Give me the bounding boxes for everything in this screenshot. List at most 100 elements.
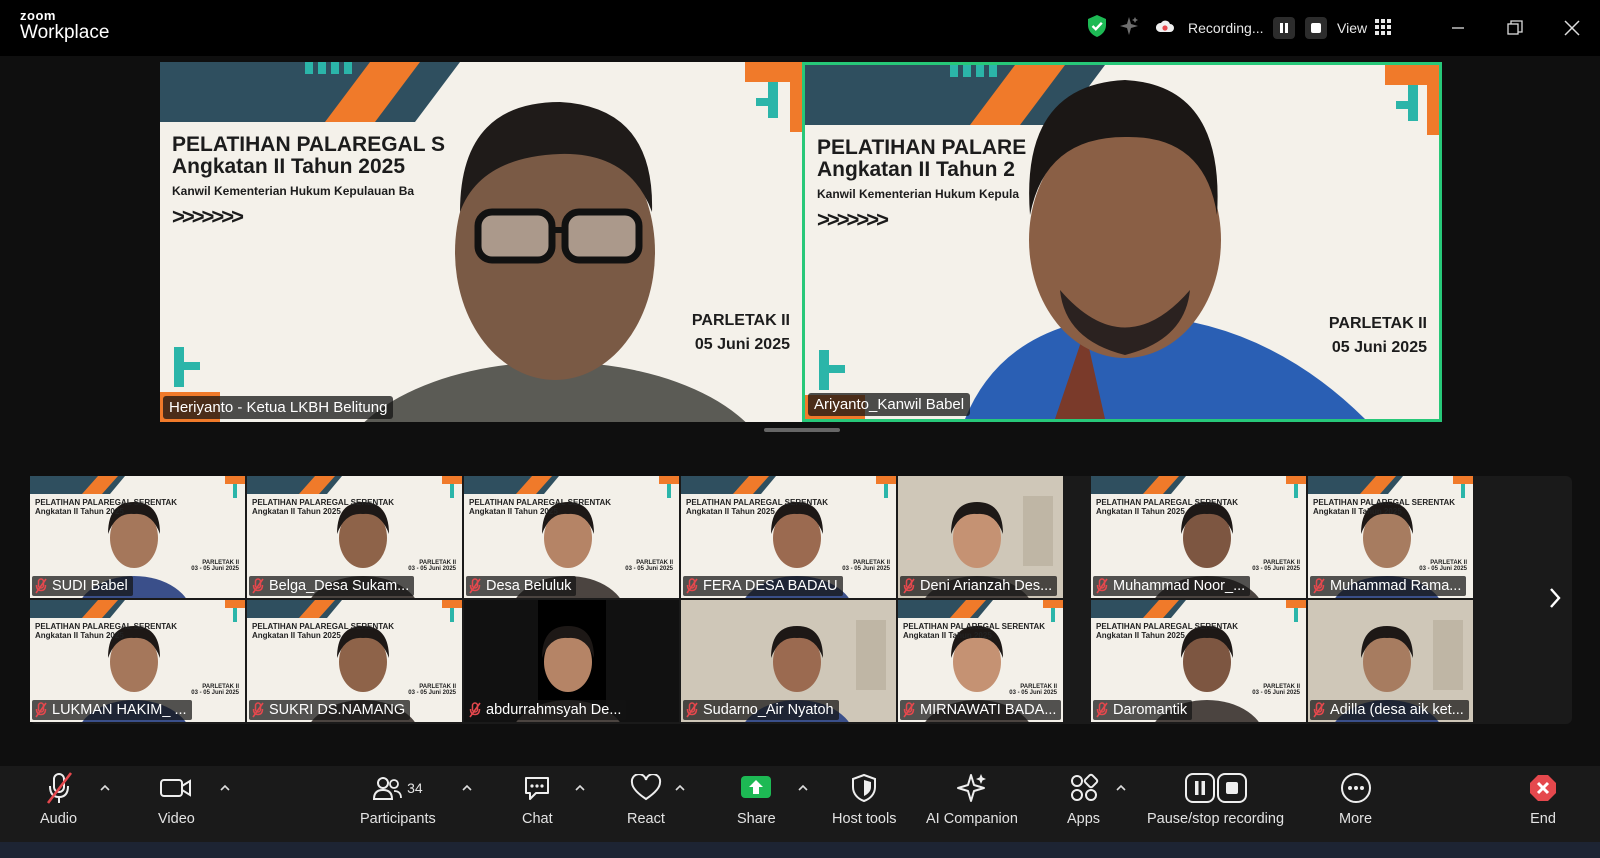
apps-options-caret[interactable] [1114,780,1128,794]
microphone-muted-icon [252,578,264,594]
stop-recording-button[interactable] [1305,17,1328,39]
close-icon [1563,20,1580,36]
microphone-muted-icon [469,578,481,594]
participant-video-tile[interactable]: Adilla (desa aik ket... [1308,600,1473,722]
participant-name: Sudarno_Air Nyatoh [703,702,834,718]
react-options-caret[interactable] [673,780,687,794]
title-bar: zoom Workplace Recording... View [0,0,1600,56]
slide-background [160,62,802,422]
participant-video-tile[interactable]: PELATIHAN PALAREGAL SERENTAK Angkatan II … [1091,600,1306,722]
mini-slide-title-line: PELATIHAN PALAREGAL SERENTAK [1313,498,1456,507]
participant-name: Deni Arianzah Des... [920,578,1053,594]
participant-name-label: MIRNAWATI BADA... [900,700,1062,720]
mini-slide-event: PARLETAK II 03 - 05 Juni 2025 [408,560,456,572]
chat-button[interactable]: Chat [522,770,553,838]
microphone-muted-icon [1096,578,1108,594]
participants-options-caret[interactable] [460,780,474,794]
host-tools-button[interactable]: Host tools [832,770,896,838]
mini-slide-subtitle-line: Angkatan II Tahun 2025 [903,631,992,640]
participant-name-label: Daromantik [1093,700,1193,720]
mini-slide-event-date: 03 - 05 Juni 2025 [191,566,239,572]
ai-companion-button[interactable]: AI Companion [926,770,1018,838]
view-button[interactable]: View [1337,14,1392,42]
share-options-caret[interactable] [796,780,810,794]
participant-video-tile[interactable]: PELATIHAN PALAREGAL SERENTAK Angkatan II … [898,600,1063,722]
ai-sparkle-icon[interactable] [1118,15,1140,42]
apps-icon [1070,773,1098,801]
slide-subtitle: Angkatan II Tahun 2 [817,158,1015,181]
mini-slide-event-date: 03 - 05 Juni 2025 [191,690,239,696]
grid-view-icon [1375,18,1392,38]
brand-top: zoom [20,8,56,23]
video-options-caret[interactable] [218,780,232,794]
meeting-toolbar: Audio Video 34 Participants Chat React S… [0,766,1600,842]
mini-slide-subtitle-line: Angkatan II Tahun 2025 [35,507,124,516]
participant-video-tile[interactable]: abdurrahmsyah De... [464,600,679,722]
participant-video-tile[interactable]: PELATIHAN PALAREGAL SERENTAK Angkatan II … [247,476,462,598]
participant-name-label: FERA DESA BADAU [683,576,843,596]
more-button[interactable]: More [1339,770,1372,838]
participant-name-label: Adilla (desa aik ket... [1310,700,1469,720]
participant-name-label: abdurrahmsyah De... [466,700,627,720]
mini-slide-event: PARLETAK II 03 - 05 Juni 2025 [1009,684,1057,696]
microphone-muted-icon [1096,702,1108,718]
participant-video-tile[interactable]: PELATIHAN PALAREGAL SERENTAK Angkatan II … [1308,476,1473,598]
microphone-muted-icon [46,772,72,804]
slide-arrows: >>>>>>> [172,204,244,229]
chevron-up-icon [675,784,685,791]
audio-options-caret[interactable] [98,780,112,794]
mini-slide-event: PARLETAK II 03 - 05 Juni 2025 [1419,560,1467,572]
next-page-button[interactable] [1546,584,1564,612]
participant-video-tile[interactable]: Sudarno_Air Nyatoh [681,600,896,722]
mini-slide-event: PARLETAK II 03 - 05 Juni 2025 [1252,684,1300,696]
mini-slide-title: PELATIHAN PALAREGAL SERENTAK Angkatan II … [35,622,177,640]
participants-button[interactable]: 34 Participants [360,770,436,838]
pause-stop-recording-label: Pause/stop recording [1147,811,1285,827]
speaker-video-tile[interactable]: PELATIHAN PALAREGAL S Angkatan II Tahun … [160,62,802,422]
close-button[interactable] [1543,0,1600,56]
share-button[interactable]: Share [737,770,776,838]
participant-video-tile[interactable]: PELATIHAN PALAREGAL SERENTAK Angkatan II … [464,476,679,598]
microphone-muted-icon [903,578,915,594]
encryption-shield-icon[interactable] [1086,14,1108,43]
video-button[interactable]: Video [158,770,195,838]
mini-slide-subtitle-line: Angkatan II Tahun 2025 [252,631,341,640]
mini-slide-event-date: 03 - 05 Juni 2025 [842,566,890,572]
chevron-right-icon [1550,588,1561,608]
mini-slide-title: PELATIHAN PALAREGAL SERENTAK Angkatan II … [469,498,611,516]
mini-slide-event: PARLETAK II 03 - 05 Juni 2025 [1252,560,1300,572]
participant-video-tile[interactable]: PELATIHAN PALAREGAL SERENTAK Angkatan II … [681,476,896,598]
active-speaker-video-tile[interactable]: PELATIHAN PALARE Angkatan II Tahun 2 Kan… [802,62,1442,422]
view-label: View [1337,20,1368,36]
slide-event-block: PARLETAK II 05 Juni 2025 [1329,315,1427,357]
audio-button[interactable]: Audio [40,770,77,838]
mini-slide-title: PELATIHAN PALAREGAL SERENTAK Angkatan II … [903,622,1045,640]
microphone-muted-icon [686,578,698,594]
restore-button[interactable] [1486,0,1543,56]
participant-video-tile[interactable]: PELATIHAN PALAREGAL SERENTAK Angkatan II … [247,600,462,722]
mini-slide-title: PELATIHAN PALAREGAL SERENTAK Angkatan II … [686,498,828,516]
resize-handle[interactable] [764,428,840,432]
participant-name: Muhammad Noor_... [1113,578,1246,594]
mini-slide-event-date: 03 - 05 Juni 2025 [408,566,456,572]
mini-slide-subtitle-line: Angkatan II Tahun 2025 [686,507,775,516]
participant-name: Daromantik [1113,702,1188,718]
chat-options-caret[interactable] [573,780,587,794]
mini-slide-title-line: PELATIHAN PALAREGAL SERENTAK [252,498,395,507]
participant-video-tile[interactable]: PELATIHAN PALAREGAL SERENTAK Angkatan II … [1091,476,1306,598]
participant-video-tile[interactable]: PELATIHAN PALAREGAL SERENTAK Angkatan II … [30,476,245,598]
minimize-icon [1451,27,1464,29]
end-meeting-button[interactable]: End [1527,770,1559,838]
slide-date: 05 Juni 2025 [694,336,790,353]
participant-video-tile[interactable]: Deni Arianzah Des... [898,476,1063,598]
pause-stop-recording-button[interactable]: Pause/stop recording [1147,770,1284,838]
slide-organization: Kanwil Kementerian Hukum Kepulauan Ba [172,184,415,198]
pause-recording-button[interactable] [1273,17,1296,39]
minimize-button[interactable] [1429,0,1486,56]
react-button[interactable]: React [627,770,665,838]
participant-video-tile[interactable]: PELATIHAN PALAREGAL SERENTAK Angkatan II … [30,600,245,722]
participant-name-label: Heriyanto - Ketua LKBH Belitung [163,396,394,419]
mini-slide-subtitle-line: Angkatan II Tahun 2025 [252,507,341,516]
mini-slide-event: PARLETAK II 03 - 05 Juni 2025 [842,560,890,572]
apps-button[interactable]: Apps [1067,770,1100,838]
